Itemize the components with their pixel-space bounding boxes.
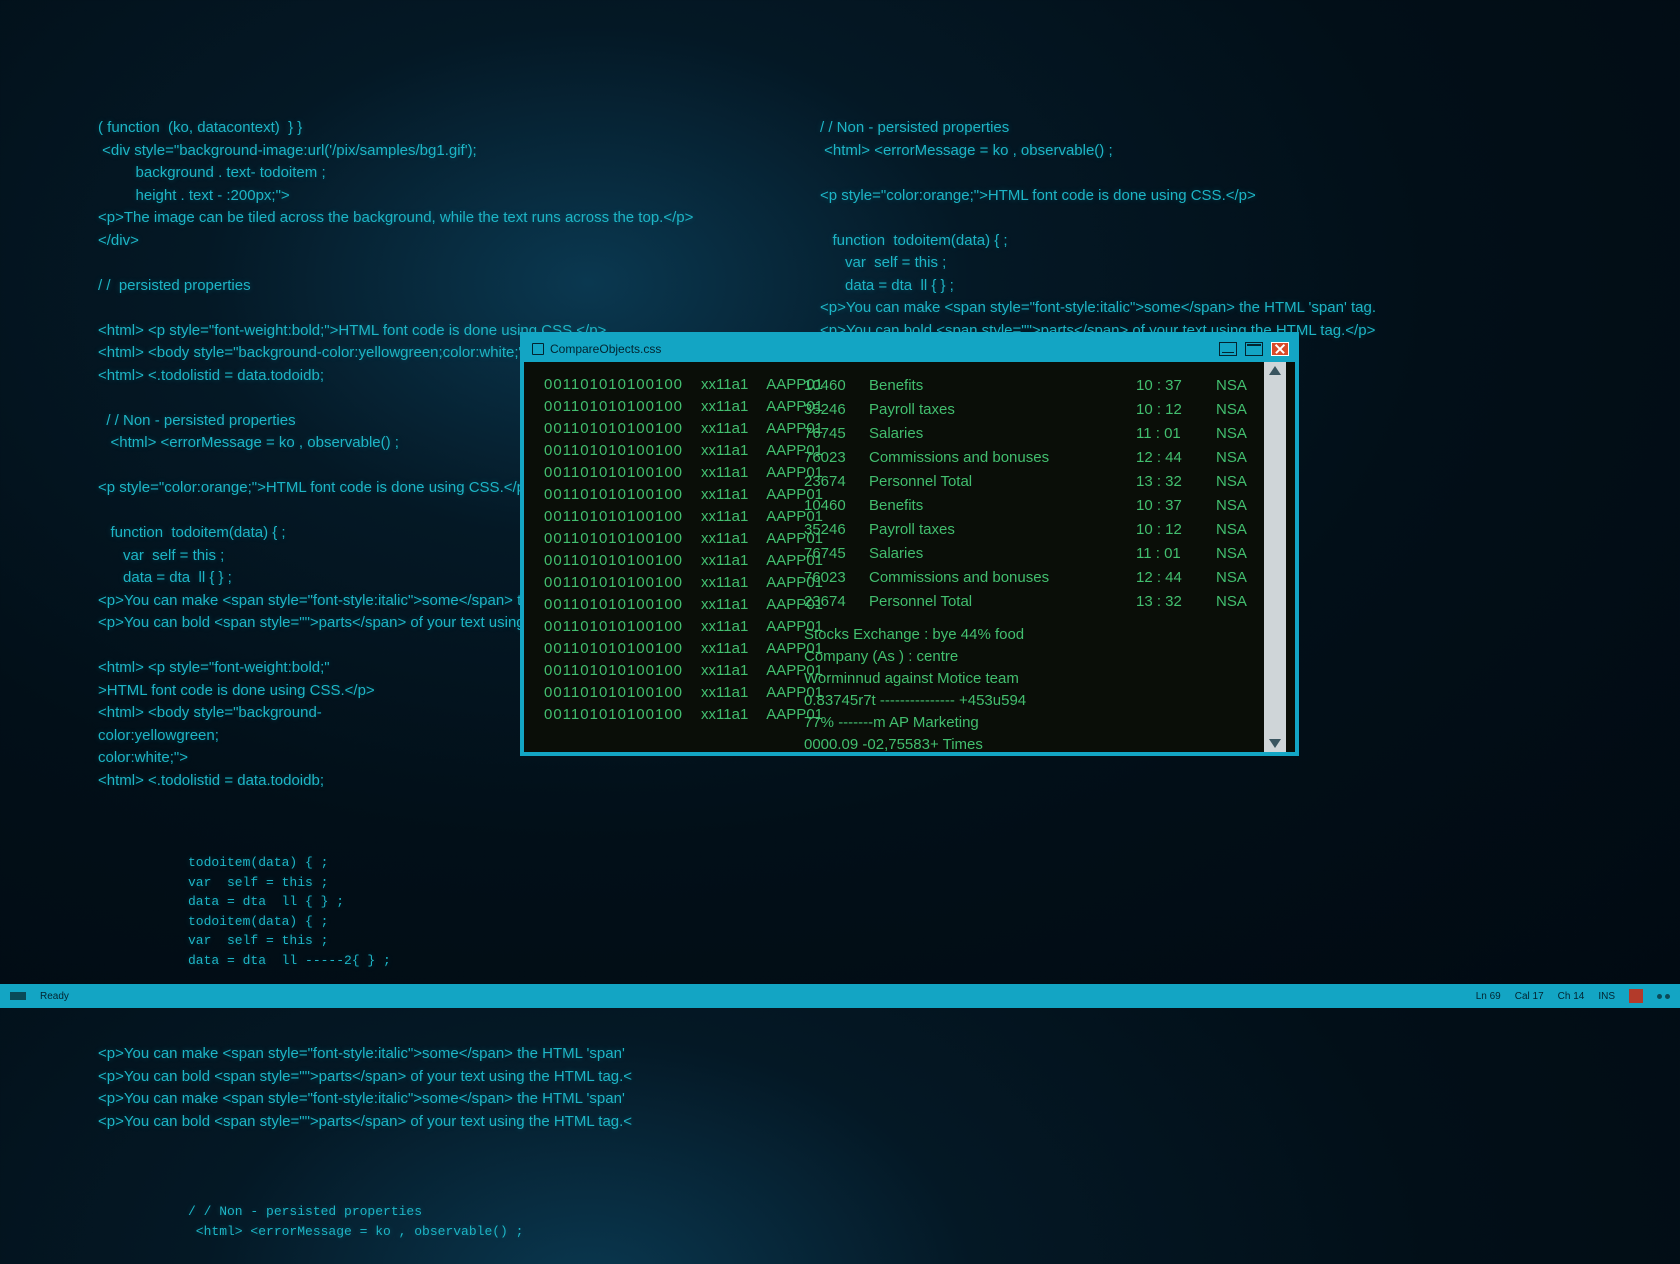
code-window: CompareObjects.css 001101010100100xx11a1… [520, 332, 1299, 756]
status-ch: Ch 14 [1558, 991, 1585, 1002]
status-ready: Ready [40, 991, 69, 1002]
minimize-button[interactable] [1219, 342, 1237, 356]
binary-column: 001101010100100xx11a1AAPP010011010101001… [524, 362, 794, 752]
close-button[interactable] [1271, 342, 1289, 356]
status-bar: Ready Ln 69 Cal 17 Ch 14 INS [0, 984, 1680, 1008]
file-icon [532, 343, 544, 355]
data-column: 10460Benefits10 : 37NSA35246Payroll taxe… [794, 362, 1264, 752]
window-titlebar[interactable]: CompareObjects.css [524, 336, 1295, 362]
maximize-button[interactable] [1245, 342, 1263, 356]
status-col: Cal 17 [1515, 991, 1544, 1002]
status-ins: INS [1598, 991, 1615, 1002]
status-dots [1657, 994, 1670, 999]
warning-icon[interactable] [1629, 989, 1643, 1003]
vertical-scrollbar[interactable] [1264, 362, 1286, 752]
status-indicator [10, 992, 26, 1000]
status-line: Ln 69 [1476, 991, 1501, 1002]
window-title: CompareObjects.css [550, 342, 661, 356]
scroll-up-icon[interactable] [1269, 366, 1281, 375]
scroll-down-icon[interactable] [1269, 739, 1281, 748]
window-body: 001101010100100xx11a1AAPP010011010101001… [524, 362, 1295, 752]
